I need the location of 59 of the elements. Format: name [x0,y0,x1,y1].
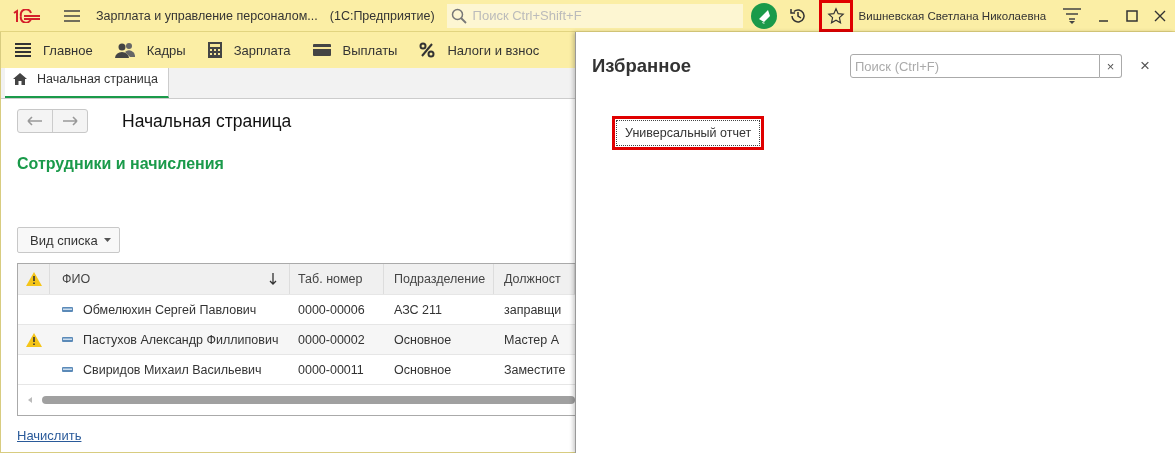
history-icon[interactable] [788,6,807,25]
close-button[interactable]: × [1134,56,1156,76]
table-cell: Заместите [504,362,566,377]
column-header[interactable]: ФИО [50,264,290,294]
section-item[interactable]: Кадры [114,42,186,58]
column-header[interactable]: Подразделение [384,264,494,294]
employee-icon [62,307,73,312]
search-box[interactable]: Поиск Ctrl+Shift+F [446,3,743,28]
table-cell: Свиридов Михаил Васильевич [83,362,262,377]
menu-icon[interactable] [64,9,80,22]
page-title: Начальная страница [122,110,292,132]
wallet-icon [312,44,331,56]
clear-button[interactable]: × [1100,54,1122,78]
logo-icon [12,8,42,23]
section-item[interactable]: Налоги и взнос [419,42,540,58]
table-cell: 0000-00002 [298,332,365,347]
calculate-link[interactable]: Начислить [17,428,82,443]
table-cell: 0000-00006 [298,302,365,317]
sort-arrow-icon [269,273,277,285]
user-name: Вишневская Светлана Николаевна [858,9,1047,22]
table-cell: Обмелюхин Сергей Павлович [83,302,257,317]
column-header[interactable]: Таб. номер [290,264,384,294]
search-field[interactable]: Поиск (Ctrl+F) [850,54,1100,78]
app-title: Зарплата и управление персоналом... [96,8,318,23]
menu-icon [15,43,31,57]
star-icon [826,6,845,25]
people-icon [114,42,135,58]
panel-title: Избранное [592,55,692,77]
section-item[interactable]: Зарплата [207,42,291,58]
table-cell: Мастер А [504,332,560,347]
tab[interactable]: Начальная страница [5,68,169,98]
table-row[interactable]: Пастухов Александр Филлипович 0000-00002 Основное Мастер А [18,325,575,355]
employee-icon [62,337,73,342]
table-cell: заправщи [504,302,562,317]
section-item[interactable]: Главное [15,42,93,58]
caret-icon [103,238,111,242]
employee-icon [62,367,73,372]
horizontal-scrollbar[interactable] [42,396,575,404]
table-row[interactable]: Свиридов Михаил Васильевич 0000-00011 Основное Заместите [18,355,575,385]
percent-icon [419,42,436,58]
section-item[interactable]: Выплаты [312,42,398,58]
view-list-button[interactable]: Вид списка [17,227,120,253]
favorites-button[interactable] [818,0,853,32]
search-field[interactable]: Поиск Ctrl+Shift+F [470,7,739,24]
settings-menu-icon[interactable] [1062,6,1083,25]
search-icon [450,7,467,24]
home-icon [13,73,27,85]
calculator-icon [207,42,222,58]
favorite-item[interactable]: Универсальный отчет [616,120,761,146]
close-icon[interactable] [1154,9,1167,22]
table-cell: Основное [394,362,452,377]
table-cell: Пастухов Александр Филлипович [83,332,279,347]
warning-icon [25,272,42,286]
table-cell: 0000-00011 [298,362,364,377]
table-cell: Основное [394,332,452,347]
platform-name: (1С:Предприятие) [329,8,435,23]
table-cell: АЗС 211 [394,302,443,317]
section-title: Сотрудники и начисления [17,155,224,173]
maximize-icon[interactable] [1126,9,1139,22]
